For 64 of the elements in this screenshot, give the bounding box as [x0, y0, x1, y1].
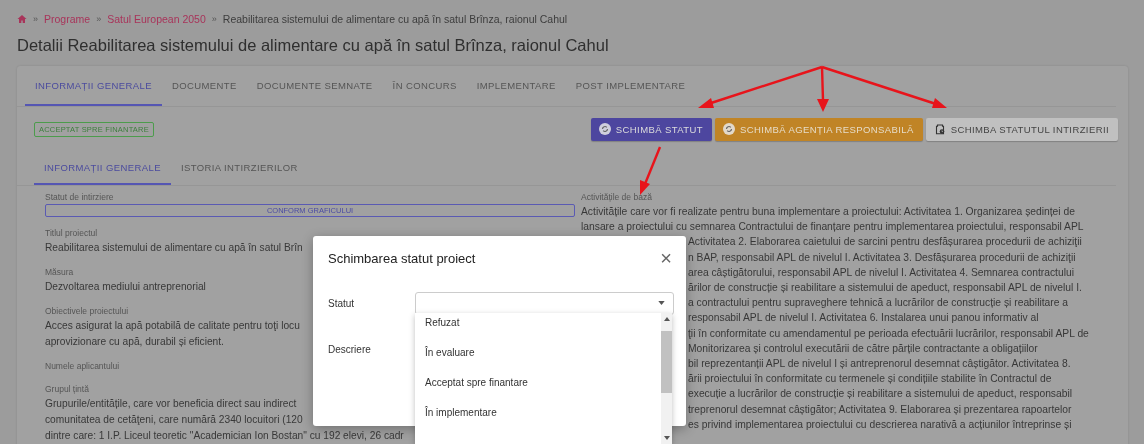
field-value: Acces asigurat la apă potabilă de calitate pentru toţi locu	[45, 319, 300, 333]
refresh-icon	[598, 123, 611, 135]
field-value: comunitatea de cetăţeni, care numără 2340 locuitori (120	[45, 413, 303, 427]
dropdown-caret-icon	[658, 301, 665, 305]
tab[interactable]: DOCUMENTE	[161, 66, 247, 106]
dropdown-option[interactable]: În implementare	[415, 397, 661, 427]
scrollbar[interactable]	[661, 313, 672, 444]
field-label: Titlul proiectul	[45, 228, 98, 238]
field-value: Grupurile/entitățile, care vor beneficia direct sau indirect	[45, 397, 297, 411]
field-label: Măsura	[45, 267, 74, 277]
action-button[interactable]: SCHIMBA STATUTUL INTIRZIERII	[925, 117, 1118, 141]
tab[interactable]: POST IMPLEMENTARE	[565, 66, 696, 106]
breadcrumb-separator: »	[96, 14, 102, 24]
field-value: treprenorul desemnat câștigător; Activitatea 9. Elaborarea și prezentarea rapoartelor	[688, 402, 1072, 417]
breadcrumb-separator: »	[33, 14, 38, 24]
close-button[interactable]: ×	[658, 248, 674, 268]
action-button[interactable]: SCHIMBĂ AGENȚIA RESPONSABILĂ	[714, 117, 923, 141]
tab[interactable]: IMPLEMENTARE	[466, 66, 566, 106]
field-value: Reabilitarea sistemului de alimentare cu apă în satul Brîn	[45, 241, 303, 255]
field-value: dintre care: 1 I.P. Liceul teoretic "Academician Ion Bostan" cu 192 elevi, 26 cadr	[45, 429, 404, 443]
breadcrumb-current: Reabilitarea sistemului de alimentare cu apă în satul Brînza, raionul Cahul	[222, 13, 568, 25]
scroll-down-icon[interactable]	[663, 436, 670, 440]
field-value: Monitorizarea și controlul executării de către părțile contractante a obligațiilor	[688, 341, 1038, 356]
field-value: area câștigătorului, responsabil APL de nivelul I. Activitatea 4. Semnarea contractului	[688, 265, 1074, 280]
tab[interactable]: DOCUMENTE SEMNATE	[246, 66, 383, 106]
dropdown-option[interactable]: În evaluare	[415, 337, 661, 367]
field-value: a contractului pentru supraveghere tehnică a lucrărilor de construcție și reabilitare a	[688, 296, 1069, 311]
field-label: Grupul țintă	[45, 384, 89, 394]
field-value: bil reprezentanții APL de nivelul I și antreprenorul desemnat câștigător. Activitatea 8.	[688, 357, 1071, 372]
field-value: ărilor de construcție și reabilitare a sistemului de apeduct, responsabil APL de nivelul I.	[688, 281, 1082, 295]
tab[interactable]: ÎN CONCURS	[382, 66, 467, 106]
page-title: Detalii Reabilitarea sistemului de alimentare cu apă în satul Brînza, raionul Cahul	[17, 36, 610, 56]
field-label: Numele aplicantului	[45, 361, 120, 371]
breadcrumb-link[interactable]: Programe	[44, 13, 91, 25]
annotation-arrow	[640, 146, 662, 195]
field-label: Activitățile de bază	[581, 192, 652, 202]
scroll-up-icon[interactable]	[663, 317, 670, 321]
tab[interactable]: INFORMAȚII GENERALE	[25, 66, 162, 106]
dropdown-option[interactable]: Acceptat spre finantare	[415, 367, 661, 397]
breadcrumb-link[interactable]: Satul European 2050	[107, 13, 206, 25]
field-value: lansare a proiectului cu semnarea Contractului de finanțare pentru implementarea proiectului, responsabil APL	[581, 220, 1084, 235]
field-value: ţii în conformitate cu amendamentul pe perioada efectuării lucrărilor, responsabil APL de	[688, 326, 1089, 341]
dropdown-option[interactable]: Refuzat	[415, 313, 661, 337]
field-value: n BAP, responsabil APL de nivelul I. Activitatea 3. Desfășurarea procedurii de achiziţii	[688, 250, 1076, 265]
tab[interactable]: ISTORIA INTIRZIERILOR	[170, 151, 308, 185]
field-value: execuție a lucrărilor de construcție și reabilitare a sistemului de apeduct, responsabil	[688, 387, 1073, 402]
field-label: Statut	[328, 297, 356, 309]
field-label: Obiectivele proiectului	[45, 306, 129, 316]
field-value: aprovizionare cu apă, durabil și eficient.	[45, 335, 224, 349]
breadcrumb-separator: »	[211, 14, 217, 24]
home-icon[interactable]	[17, 14, 27, 24]
tab[interactable]: INFORMAȚII GENERALE	[34, 151, 171, 185]
field-value: Dezvoltarea mediului antreprenorial	[45, 280, 206, 294]
field-value: es privind implementarea proiectului cu descrierea narativă a acțiunilor întreprinse și	[688, 417, 1072, 432]
field-value: Activitățile care vor fi realizate pentru buna implementare a proiectului: Activitatea 1. Organizarea ședinței de	[581, 205, 1075, 219]
clipboard-clock-icon	[933, 123, 946, 135]
field-value: responsabil APL de nivelul I. Activitatea 6. Instalarea unui panou informativ al	[688, 311, 1039, 326]
field-label: Statut de intirziere	[45, 192, 114, 202]
field-label: Descriere	[328, 343, 372, 355]
dialog-title: Schimbarea statut proiect	[328, 250, 476, 266]
action-button[interactable]: SCHIMBĂ STATUT	[590, 117, 712, 141]
refresh-icon	[722, 123, 735, 135]
field-value: Activitatea 2. Elaborarea caietului de sarcini pentru desfășurarea procedurii de achiziţii	[688, 235, 1082, 250]
field-value: ării proiectului în conformitate cu termenele și condițiile stabilite în Contractul de	[688, 372, 1052, 387]
